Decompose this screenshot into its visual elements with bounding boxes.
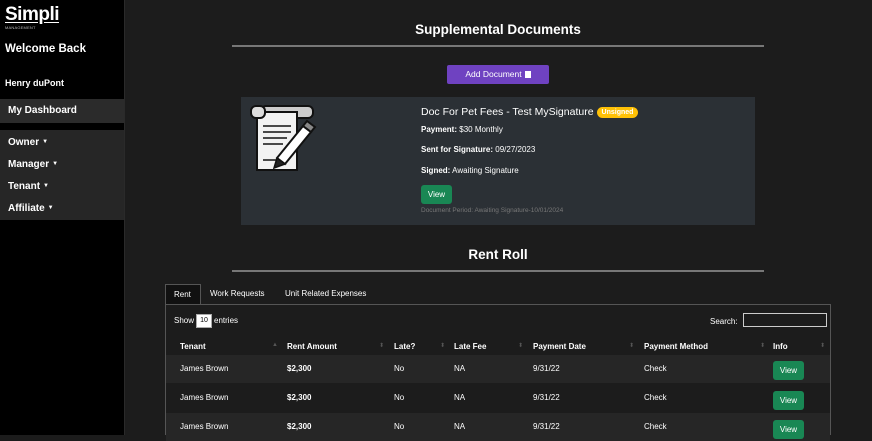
payment-label: Payment: <box>421 125 458 134</box>
row-view-button[interactable]: View <box>773 361 804 380</box>
cell-late: No <box>394 422 405 431</box>
entries-select[interactable]: 10 <box>196 314 213 328</box>
sidebar-item-label: Tenant <box>8 181 41 192</box>
tab-unit-related-expenses[interactable]: Unit Related Expenses <box>277 284 374 304</box>
entries-control: Show 10 entries <box>174 314 238 328</box>
rent-table-panel: Show 10 entries Search: Tenant ▲ Rent Amou… <box>165 304 831 441</box>
payment-value: $30 Monthly <box>459 125 503 134</box>
sent-value: 09/27/2023 <box>495 145 536 154</box>
sidebar-menu: Owner ▼ Manager ▼ Tenant ▼ Affiliate ▼ <box>0 130 124 220</box>
row-view-button[interactable]: View <box>773 391 804 410</box>
sidebar: Simpli MANAGEMENT Welcome Back Henry duP… <box>0 0 125 435</box>
show-label: Show <box>174 316 195 326</box>
cell-late-fee: NA <box>454 364 466 373</box>
sort-icon[interactable]: ⬍ <box>379 342 384 349</box>
divider <box>232 270 764 272</box>
sidebar-item-owner[interactable]: Owner ▼ <box>8 137 48 148</box>
column-header-payment-method[interactable]: Payment Method <box>644 342 708 351</box>
add-document-label: Add Document <box>465 69 522 79</box>
cell-payment-method: Check <box>644 364 667 373</box>
cell-late-fee: NA <box>454 422 466 431</box>
sidebar-item-label: Affiliate <box>8 203 45 214</box>
signed-value: Awaiting Signature <box>452 166 519 175</box>
column-header-info[interactable]: Info <box>773 342 788 351</box>
column-header-rent-amount[interactable]: Rent Amount <box>287 342 337 351</box>
cell-rent-amount: $2,300 <box>287 422 312 431</box>
row-view-button[interactable]: View <box>773 420 804 439</box>
table-row: James Brown $2,300 No NA 9/31/22 Check V… <box>166 384 830 412</box>
cell-tenant: James Brown <box>180 422 229 431</box>
sort-icon[interactable]: ▲ <box>272 342 278 348</box>
entries-label: entries <box>214 316 239 326</box>
cell-late: No <box>394 364 405 373</box>
sidebar-item-dashboard[interactable]: My Dashboard <box>0 99 124 123</box>
sort-icon[interactable]: ⬍ <box>820 342 825 349</box>
document-period: Document Period: Awaiting Signature-10/0… <box>421 207 564 214</box>
sidebar-item-manager[interactable]: Manager ▼ <box>8 159 58 170</box>
column-header-tenant[interactable]: Tenant <box>180 342 206 351</box>
status-badge: Unsigned <box>596 107 639 118</box>
sidebar-item-tenant[interactable]: Tenant ▼ <box>8 181 49 192</box>
caret-down-icon: ▼ <box>47 205 54 212</box>
document-title: Doc For Pet Fees - Test MySignature Unsig… <box>421 106 639 118</box>
signing-document-icon <box>250 105 317 171</box>
cell-late: No <box>394 393 405 402</box>
cell-tenant: James Brown <box>180 393 229 402</box>
table-row: James Brown $2,300 No NA 9/31/22 Check V… <box>166 413 830 441</box>
search-label: Search: <box>710 317 738 326</box>
welcome-heading: Welcome Back <box>5 43 86 55</box>
table-row: James Brown $2,300 No NA 9/31/22 Check V… <box>166 355 830 383</box>
document-sent: Sent for Signature: 09/27/2023 <box>421 145 535 154</box>
document-signed: Signed: Awaiting Signature <box>421 166 519 175</box>
caret-down-icon: ▼ <box>52 161 59 168</box>
cell-tenant: James Brown <box>180 364 229 373</box>
document-view-button[interactable]: View <box>421 185 452 204</box>
column-header-late[interactable]: Late? <box>394 342 415 351</box>
logo-subtext: MANAGEMENT <box>5 25 36 30</box>
cell-rent-amount: $2,300 <box>287 393 312 402</box>
sort-icon[interactable]: ⬍ <box>629 342 634 349</box>
cell-payment-date: 9/31/22 <box>533 393 560 402</box>
document-payment: Payment: $30 Monthly <box>421 125 503 134</box>
logo[interactable]: Simpli MANAGEMENT <box>5 4 60 30</box>
sort-icon[interactable]: ⬍ <box>440 342 445 349</box>
signed-label: Signed: <box>421 166 451 175</box>
cell-rent-amount: $2,300 <box>287 364 312 373</box>
column-header-payment-date[interactable]: Payment Date <box>533 342 586 351</box>
sidebar-item-label: Owner <box>8 137 40 148</box>
sort-icon[interactable]: ⬍ <box>518 342 523 349</box>
sent-label: Sent for Signature: <box>421 145 494 154</box>
rent-roll-title: Rent Roll <box>468 247 528 262</box>
caret-down-icon: ▼ <box>42 139 49 146</box>
column-header-late-fee[interactable]: Late Fee <box>454 342 486 351</box>
cell-payment-method: Check <box>644 393 667 402</box>
cell-payment-method: Check <box>644 422 667 431</box>
cell-payment-date: 9/31/22 <box>533 364 560 373</box>
tab-work-requests[interactable]: Work Requests <box>202 284 273 304</box>
document-card: Doc For Pet Fees - Test MySignature Unsig… <box>241 97 755 225</box>
document-icon <box>524 71 531 78</box>
divider <box>232 45 764 47</box>
caret-down-icon: ▼ <box>43 183 49 190</box>
document-title-text: Doc For Pet Fees - Test MySignature <box>421 106 594 118</box>
user-name: Henry duPont <box>5 78 65 88</box>
sidebar-item-affiliate[interactable]: Affiliate ▼ <box>8 203 54 214</box>
sidebar-item-label: Manager <box>8 159 50 170</box>
cell-late-fee: NA <box>454 393 466 402</box>
logo-text[interactable]: Simpli <box>5 4 60 25</box>
search-input[interactable] <box>743 313 827 327</box>
cell-payment-date: 9/31/22 <box>533 422 560 431</box>
supplemental-title: Supplemental Documents <box>415 22 581 37</box>
sort-icon[interactable]: ⬍ <box>760 342 765 349</box>
tab-rent[interactable]: Rent <box>165 284 201 304</box>
add-document-button[interactable]: Add Document <box>447 65 549 84</box>
